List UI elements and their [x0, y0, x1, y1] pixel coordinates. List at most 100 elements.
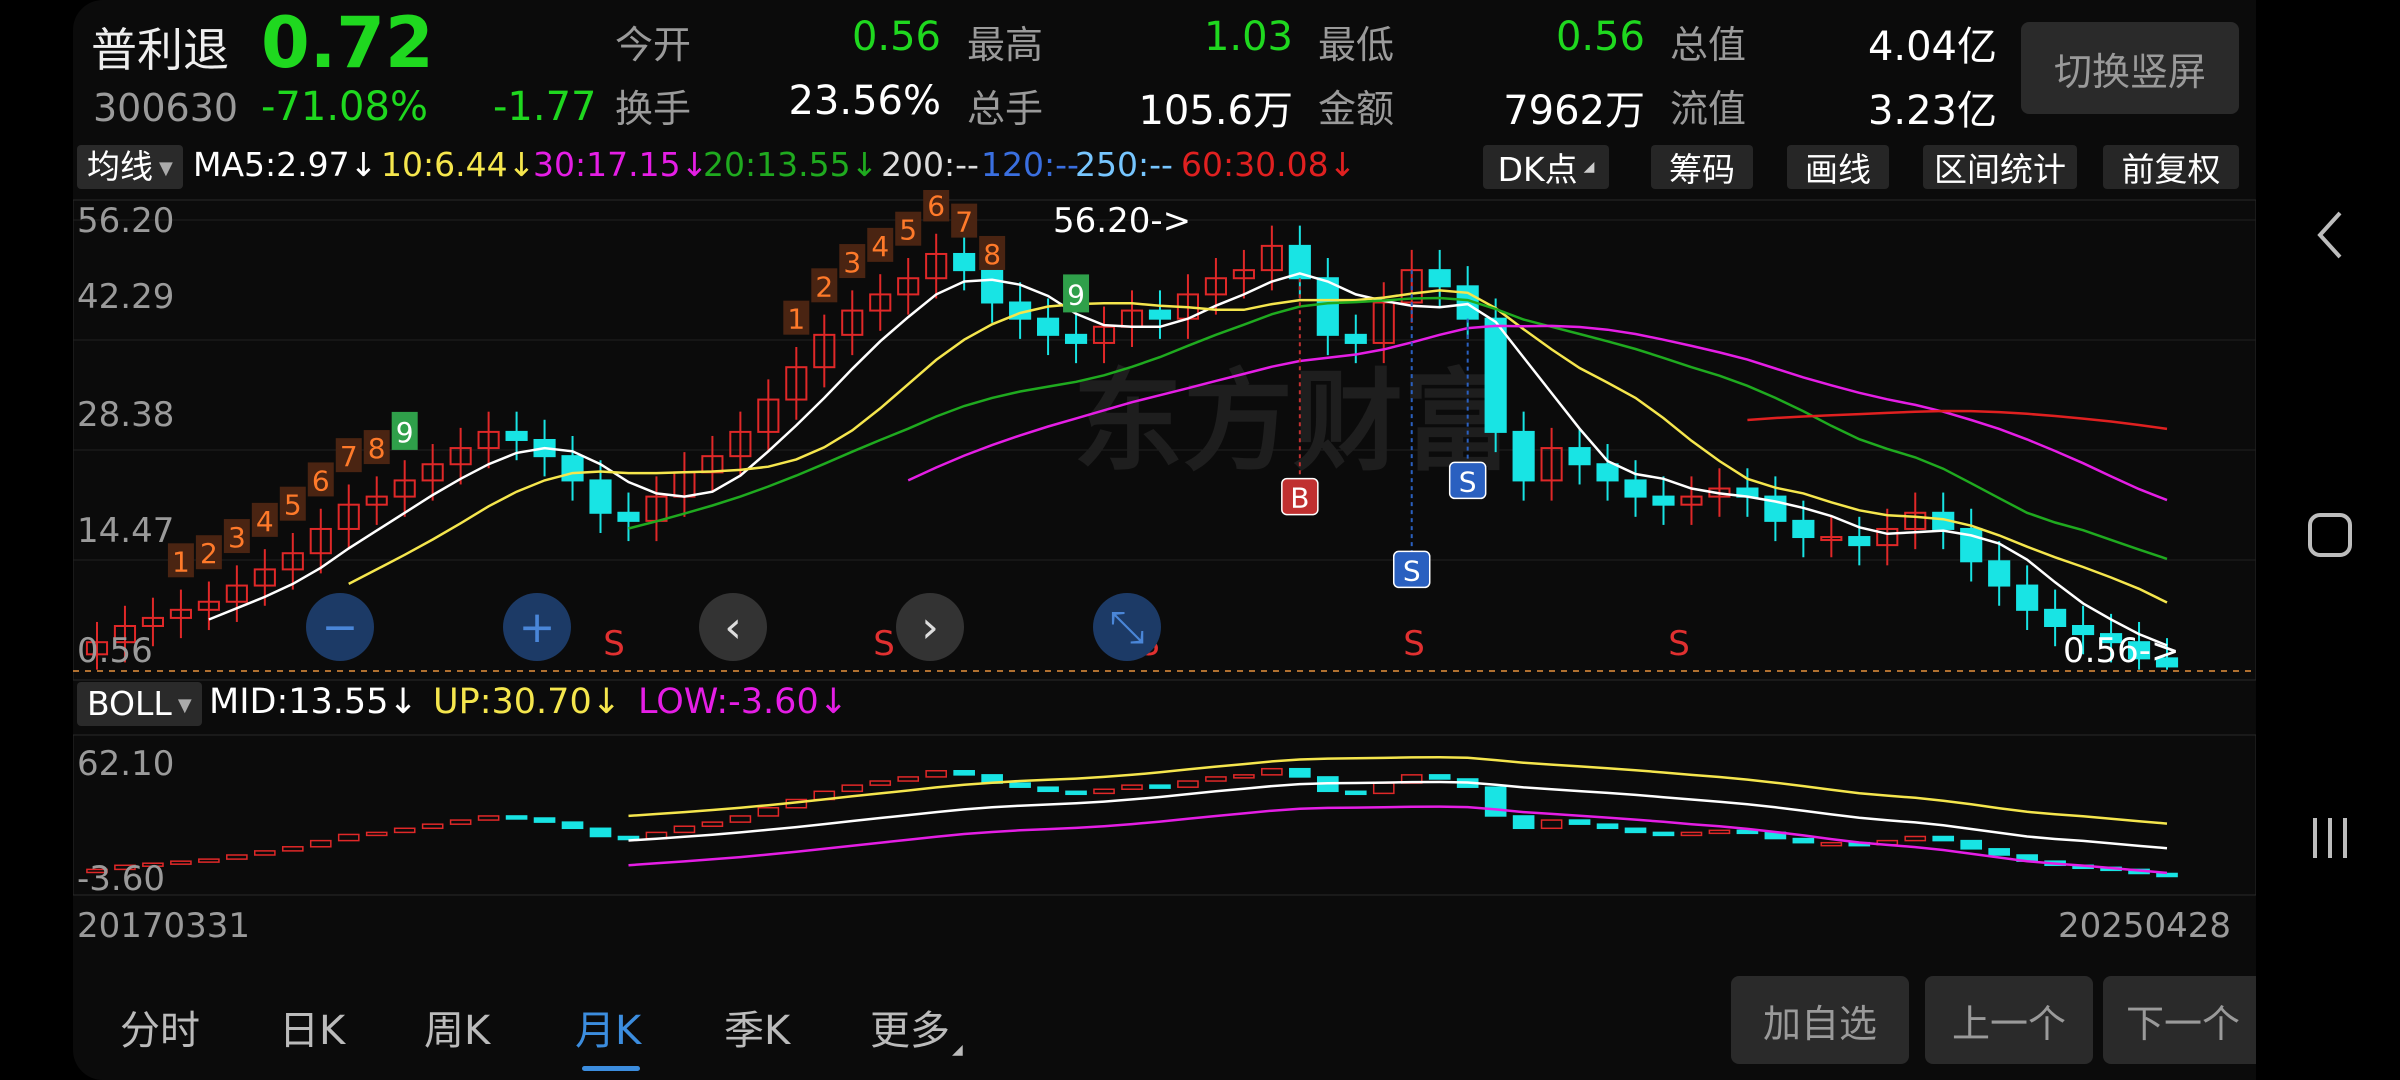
scroll-left-icon: ‹	[724, 602, 742, 653]
chevron-down-icon: ▼	[159, 157, 173, 179]
boll-tick-label: 62.10	[77, 744, 174, 784]
period-tab[interactable]: 季K	[724, 998, 790, 1056]
bottom-sell-marker: S	[603, 624, 625, 664]
boll-candle	[1484, 786, 1507, 817]
change-amount: -1.77	[493, 84, 597, 130]
active-tab-indicator	[582, 1066, 640, 1071]
period-tab[interactable]: 分时	[120, 998, 200, 1056]
td-nine-label: 9	[396, 416, 414, 449]
td-count-label: 8	[983, 238, 1001, 271]
stat-value: 23.56%	[788, 78, 941, 124]
ma-legend-item: 250:--	[1075, 145, 1173, 184]
stat-value: 3.23亿	[1867, 88, 1997, 134]
high-annotation: 56.20->	[1053, 201, 1191, 241]
ma-legend-item: 60:30.08↓	[1181, 145, 1357, 184]
boll-candle	[1149, 784, 1171, 789]
action-button[interactable]: 下一个	[2103, 976, 2256, 1064]
scroll-left-button[interactable]: ‹	[699, 593, 767, 661]
switch-portrait-button[interactable]: 切换竖屏	[2021, 22, 2239, 114]
main-indicator-label: 均线	[87, 147, 153, 186]
tool-button[interactable]: DK点 ◢	[1483, 145, 1609, 189]
boll-panel	[73, 734, 2256, 896]
period-tab[interactable]: 日K	[279, 998, 345, 1056]
back-icon[interactable]	[2300, 200, 2360, 270]
home-icon[interactable]	[2300, 505, 2360, 565]
stat-value: 0.56	[851, 14, 941, 60]
candle-body	[617, 511, 640, 522]
main-indicator-dropdown[interactable]: 均线 ▼	[77, 145, 183, 189]
stat-value: 7962万	[1503, 88, 1645, 134]
stat-label: 最低	[1318, 23, 1395, 67]
bottom-sell-marker: S	[1668, 624, 1690, 664]
candle-body	[1624, 479, 1647, 498]
zoom-out-button[interactable]: −	[306, 593, 374, 661]
stock-name: 普利退	[91, 23, 229, 77]
end-date: 20250428	[2057, 906, 2231, 946]
candle-body	[1344, 333, 1367, 344]
start-date: 20170331	[77, 906, 251, 946]
candle-body	[1148, 309, 1172, 320]
bottom-sell-marker: S	[873, 624, 895, 664]
kline-chart[interactable]: 东方财富123456781234567899BSSSSSSSS56.20->0.…	[73, 190, 2256, 920]
stat-label: 总值	[1670, 23, 1747, 67]
boll-candle	[1344, 790, 1367, 796]
period-tab[interactable]: 更多 ◢	[870, 998, 963, 1058]
td-count-label: 5	[899, 214, 917, 247]
zoom-in-button[interactable]: +	[503, 593, 571, 661]
td-count-label: 4	[256, 505, 274, 538]
candle-body	[981, 269, 1004, 304]
ma-legend-item: 120:--	[981, 145, 1079, 184]
boll-candle	[1792, 837, 1815, 844]
boll-candle	[561, 821, 584, 830]
boll-candle	[1009, 782, 1031, 788]
reset-zoom-button[interactable]: ⤡	[1093, 593, 1161, 661]
boll-candle	[1932, 835, 1955, 842]
tool-button[interactable]: 筹码	[1651, 145, 1753, 189]
boll-candle	[533, 817, 556, 823]
candle-body	[1484, 317, 1507, 433]
ma-legend-item: MA5:2.97↓	[193, 145, 378, 184]
candle-body	[1568, 447, 1591, 466]
candle-body	[2016, 584, 2039, 611]
td-count-label: 7	[955, 206, 973, 239]
signal-label: S	[1403, 554, 1421, 587]
td-count-label: 6	[312, 464, 330, 497]
candle-body	[1792, 519, 1815, 539]
ma-legend-item: 10:6.44↓	[381, 145, 536, 184]
period-tab[interactable]: 月K	[575, 998, 641, 1056]
tool-button[interactable]: 前复权	[2103, 145, 2239, 189]
price-tick-label: 14.47	[77, 511, 174, 551]
boll-candle	[1037, 786, 1059, 793]
boll-up: UP:30.70↓	[433, 682, 622, 722]
scroll-right-button[interactable]: ›	[896, 593, 964, 661]
stat-value: 4.04亿	[1867, 24, 1997, 70]
stat-value: 0.56	[1555, 14, 1645, 60]
candle-body	[1316, 277, 1339, 336]
candle-body	[505, 430, 528, 441]
tool-button[interactable]: 区间统计	[1923, 145, 2077, 189]
ma-legend-item: 30:17.15↓	[533, 145, 709, 184]
sub-indicator-dropdown[interactable]: BOLL ▼	[77, 682, 202, 726]
change-percent: -71.08%	[261, 84, 428, 130]
action-button[interactable]: 上一个	[1925, 976, 2093, 1064]
price-tick-label: 28.38	[77, 395, 174, 435]
zoom-out-icon: −	[322, 602, 359, 653]
boll-candle	[1624, 827, 1647, 834]
boll-candle	[1428, 774, 1451, 780]
recent-apps-icon[interactable]	[2300, 808, 2360, 868]
action-button[interactable]: 加自选	[1731, 976, 1909, 1064]
td-count-label: 3	[843, 246, 861, 279]
price-tick-label: 56.20	[77, 201, 174, 241]
watermark: 东方财富	[1073, 358, 1513, 486]
candle-body	[561, 455, 584, 482]
tool-button[interactable]: 画线	[1787, 145, 1889, 189]
td-nine-label: 9	[1067, 278, 1085, 311]
candle-body	[1596, 463, 1619, 482]
period-tab[interactable]: 周K	[424, 998, 490, 1056]
signal-label: S	[1459, 465, 1477, 498]
candle-body	[1512, 430, 1535, 482]
low-annotation: 0.56->	[2063, 631, 2179, 671]
td-count-label: 6	[927, 190, 945, 222]
corner-triangle-icon: ◢	[952, 1042, 963, 1058]
stat-label: 最高	[967, 23, 1044, 67]
